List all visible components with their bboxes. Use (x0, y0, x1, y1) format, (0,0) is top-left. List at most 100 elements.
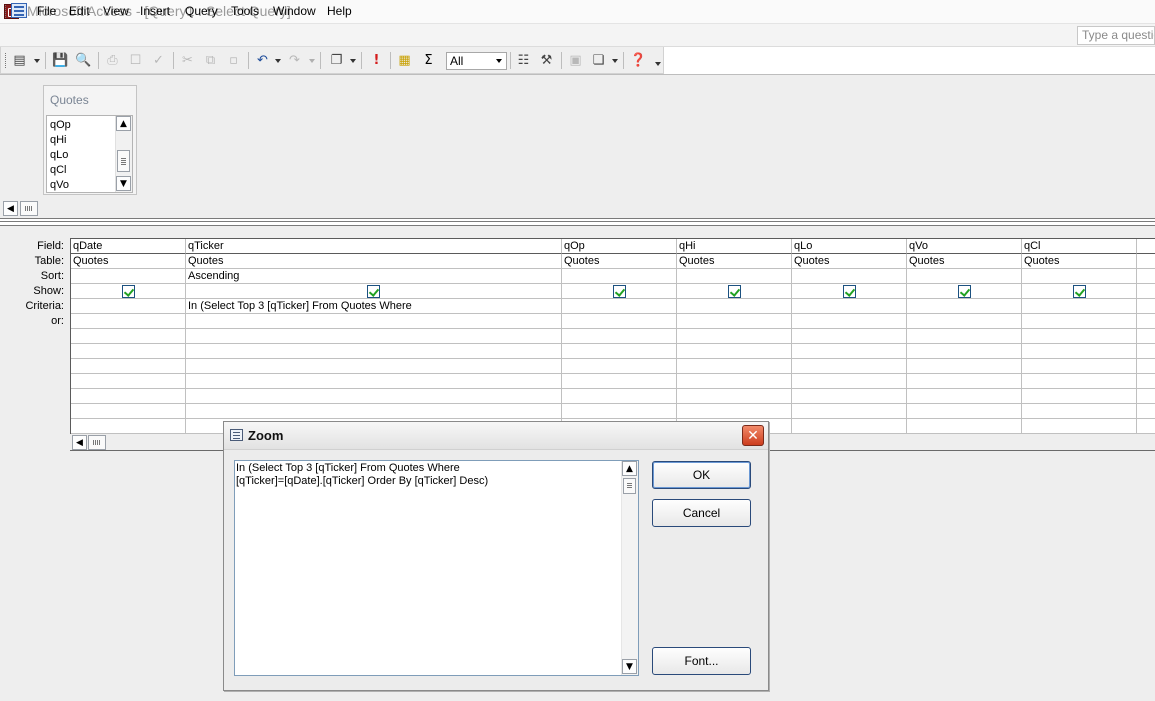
scroll-down-icon[interactable]: ▼ (116, 176, 131, 191)
paste-icon[interactable]: ▫ (224, 51, 243, 69)
grid-or-cell[interactable] (186, 404, 562, 419)
show-checkbox[interactable] (122, 285, 135, 298)
grid-or-cell[interactable] (792, 314, 907, 329)
grid-or-cell[interactable] (677, 374, 792, 389)
grid-or-cell[interactable] (186, 389, 562, 404)
grid-field-cell[interactable]: qOp (562, 239, 677, 254)
scroll-left-icon[interactable]: ◀ (72, 435, 87, 450)
grid-or-cell[interactable] (677, 329, 792, 344)
grid-or-cell[interactable] (792, 389, 907, 404)
field-list-item[interactable]: qHi (50, 134, 67, 146)
grid-field-cell[interactable]: qLo (792, 239, 907, 254)
grid-table-cell[interactable]: Quotes (792, 254, 907, 269)
grid-or-cell[interactable] (907, 374, 1022, 389)
grid-empty-cell[interactable] (1137, 404, 1155, 419)
grid-or-cell[interactable] (792, 329, 907, 344)
copy-icon[interactable]: ⧉ (201, 51, 220, 69)
menu-tools[interactable]: Tools (231, 4, 259, 18)
scroll-up-icon[interactable]: ▲ (116, 116, 131, 131)
grid-or-cell[interactable] (677, 404, 792, 419)
grid-or-cell[interactable] (907, 314, 1022, 329)
show-checkbox[interactable] (367, 285, 380, 298)
grid-or-cell[interactable] (1022, 374, 1137, 389)
grid-or-cell[interactable] (1022, 419, 1137, 434)
grid-or-cell[interactable] (907, 389, 1022, 404)
document-control-icon[interactable] (11, 3, 27, 18)
grid-or-cell[interactable] (907, 344, 1022, 359)
grid-sort-cell[interactable]: Ascending (186, 269, 562, 284)
field-list-item[interactable]: qVo (50, 179, 69, 191)
grid-show-cell[interactable] (186, 284, 562, 299)
grid-field-cell[interactable]: qTicker (186, 239, 562, 254)
grid-or-cell[interactable] (562, 344, 677, 359)
undo-dropdown-arrow[interactable] (275, 59, 281, 63)
spelling-icon[interactable]: ✓ (149, 51, 168, 69)
grid-empty-cell[interactable] (1137, 419, 1155, 434)
show-table-icon[interactable]: ▦ (395, 51, 414, 69)
grid-or-cell[interactable] (71, 389, 186, 404)
save-icon[interactable]: 💾 (51, 51, 70, 69)
print-icon[interactable]: ⎙ (103, 51, 122, 69)
grid-or-cell[interactable] (562, 329, 677, 344)
run-icon[interactable]: ! (367, 51, 386, 69)
build-icon[interactable]: ⚒ (537, 51, 556, 69)
field-list-item[interactable]: qLo (50, 149, 68, 161)
grid-or-cell[interactable] (1022, 389, 1137, 404)
grid-show-cell[interactable] (71, 284, 186, 299)
new-object-icon[interactable]: ❏ (589, 51, 608, 69)
menu-file[interactable]: File (37, 4, 56, 18)
new-object-dropdown-arrow[interactable] (612, 59, 618, 63)
grid-table-cell[interactable]: Quotes (677, 254, 792, 269)
grid-empty-cell[interactable] (1137, 254, 1155, 269)
grid-field-cell[interactable]: qHi (677, 239, 792, 254)
grid-empty-cell[interactable] (1137, 239, 1155, 254)
query-type-icon[interactable]: ❐ (327, 51, 346, 69)
grid-scroll-thumb[interactable] (88, 435, 106, 450)
grid-sort-cell[interactable] (907, 269, 1022, 284)
grid-empty-cell[interactable] (1137, 329, 1155, 344)
show-checkbox[interactable] (728, 285, 741, 298)
grid-criteria-cell[interactable] (562, 299, 677, 314)
help-icon[interactable]: ❓ (629, 51, 648, 69)
grid-or-cell[interactable] (1022, 344, 1137, 359)
scroll-up-icon[interactable]: ▲ (622, 461, 637, 476)
show-checkbox[interactable] (1073, 285, 1086, 298)
grid-criteria-cell[interactable]: In (Select Top 3 [qTicker] From Quotes W… (186, 299, 562, 314)
menu-view[interactable]: View (103, 4, 129, 18)
grid-or-cell[interactable] (71, 374, 186, 389)
grid-sort-cell[interactable] (1022, 269, 1137, 284)
grid-or-cell[interactable] (677, 314, 792, 329)
grid-or-cell[interactable] (792, 404, 907, 419)
toolbar-options-arrow[interactable] (655, 62, 661, 66)
grid-or-cell[interactable] (71, 314, 186, 329)
redo-icon[interactable]: ↷ (285, 51, 304, 69)
undo-icon[interactable]: ↶ (253, 51, 272, 69)
field-list-scroll-thumb[interactable] (117, 150, 130, 172)
grid-table-cell[interactable]: Quotes (71, 254, 186, 269)
grid-empty-cell[interactable] (1137, 374, 1155, 389)
grid-or-cell[interactable] (186, 329, 562, 344)
grid-criteria-cell[interactable] (792, 299, 907, 314)
grid-empty-cell[interactable] (1137, 269, 1155, 284)
close-icon[interactable]: ✕ (742, 425, 764, 446)
grid-table-cell[interactable]: Quotes (1022, 254, 1137, 269)
grid-show-cell[interactable] (792, 284, 907, 299)
grid-or-cell[interactable] (907, 419, 1022, 434)
grid-or-cell[interactable] (1022, 404, 1137, 419)
cut-icon[interactable]: ✂ (178, 51, 197, 69)
grid-or-cell[interactable] (71, 359, 186, 374)
grid-or-cell[interactable] (677, 359, 792, 374)
menu-query[interactable]: Query (185, 4, 218, 18)
toolbar-grip-handle[interactable] (5, 53, 8, 68)
ok-button[interactable]: OK (652, 461, 751, 489)
grid-criteria-cell[interactable] (677, 299, 792, 314)
grid-or-cell[interactable] (186, 344, 562, 359)
grid-sort-cell[interactable] (792, 269, 907, 284)
grid-show-cell[interactable] (677, 284, 792, 299)
show-checkbox[interactable] (843, 285, 856, 298)
grid-or-cell[interactable] (792, 359, 907, 374)
grid-or-cell[interactable] (907, 404, 1022, 419)
grid-or-cell[interactable] (562, 404, 677, 419)
grid-or-cell[interactable] (562, 389, 677, 404)
field-list-item[interactable]: qOp (50, 119, 71, 131)
